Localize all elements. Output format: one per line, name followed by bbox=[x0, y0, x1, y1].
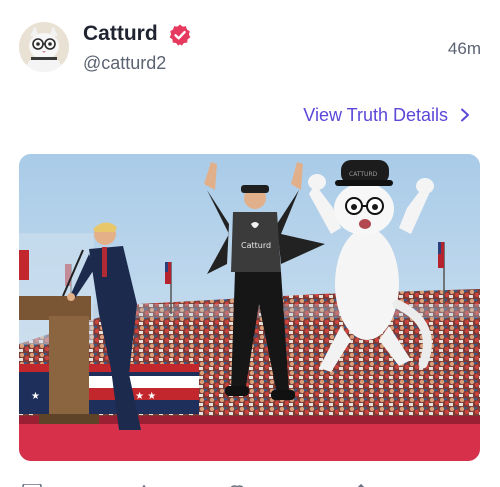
reply-icon[interactable] bbox=[22, 479, 44, 487]
post-action-bar bbox=[0, 476, 500, 487]
retruth-icon[interactable] bbox=[136, 479, 158, 487]
view-truth-details-link[interactable]: View Truth Details bbox=[303, 104, 472, 126]
svg-text:★: ★ bbox=[31, 391, 40, 402]
like-icon[interactable] bbox=[226, 479, 248, 487]
shirt-text: Catturd bbox=[241, 241, 271, 250]
view-truth-details-label: View Truth Details bbox=[303, 105, 448, 125]
author-display-name[interactable]: Catturd bbox=[83, 21, 158, 47]
author-handle[interactable]: @catturd2 bbox=[83, 52, 166, 74]
verified-badge-icon bbox=[169, 24, 191, 46]
truth-post: Catturd @catturd2 46m View Truth Details bbox=[0, 0, 500, 487]
post-image[interactable]: ★ ★ ★ ★ Catturd CATTURD bbox=[19, 154, 480, 461]
chevron-right-icon bbox=[461, 108, 469, 122]
avatar[interactable] bbox=[19, 22, 69, 72]
post-header: Catturd @catturd2 46m bbox=[0, 0, 500, 90]
more-options-icon[interactable] bbox=[458, 479, 480, 487]
cat-avatar-icon bbox=[19, 22, 69, 72]
share-icon[interactable] bbox=[350, 479, 372, 487]
post-timestamp[interactable]: 46m bbox=[448, 39, 481, 59]
rally-photo: ★ ★ ★ ★ Catturd CATTURD bbox=[19, 154, 480, 461]
cap-text: CATTURD bbox=[349, 171, 378, 178]
